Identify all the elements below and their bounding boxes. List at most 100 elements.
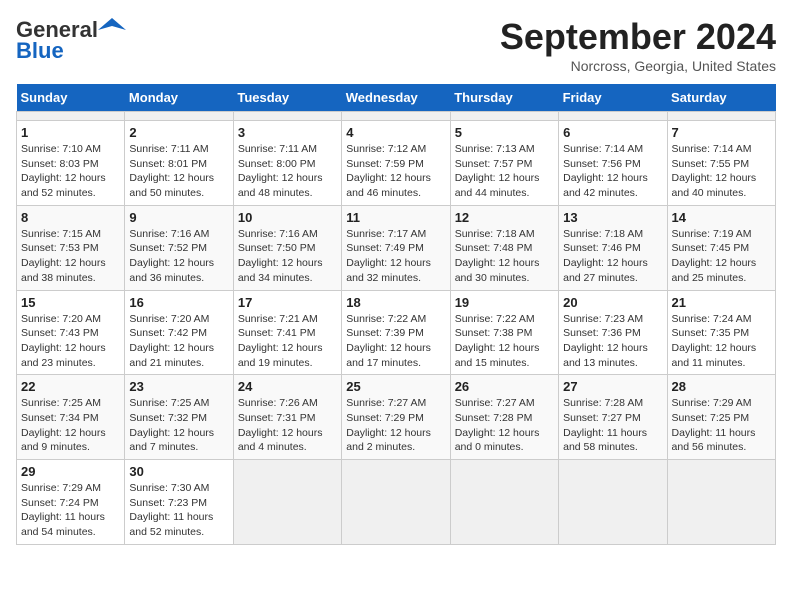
header-monday: Monday (125, 84, 233, 112)
table-row: 3 Sunrise: 7:11 AMSunset: 8:00 PMDayligh… (233, 121, 341, 206)
day-number: 5 (455, 125, 554, 140)
day-number: 25 (346, 379, 445, 394)
day-detail: Sunrise: 7:24 AMSunset: 7:35 PMDaylight:… (672, 313, 757, 369)
table-row: 6 Sunrise: 7:14 AMSunset: 7:56 PMDayligh… (559, 121, 667, 206)
calendar-subtitle: Norcross, Georgia, United States (500, 58, 776, 74)
day-detail: Sunrise: 7:18 AMSunset: 7:48 PMDaylight:… (455, 228, 540, 284)
table-row: 30 Sunrise: 7:30 AMSunset: 7:23 PMDaylig… (125, 460, 233, 545)
day-detail: Sunrise: 7:27 AMSunset: 7:28 PMDaylight:… (455, 397, 540, 453)
calendar-week-row: 8 Sunrise: 7:15 AMSunset: 7:53 PMDayligh… (17, 205, 776, 290)
day-detail: Sunrise: 7:11 AMSunset: 8:00 PMDaylight:… (238, 143, 323, 199)
calendar-header-row: Sunday Monday Tuesday Wednesday Thursday… (17, 84, 776, 112)
day-number: 10 (238, 210, 337, 225)
table-row: 2 Sunrise: 7:11 AMSunset: 8:01 PMDayligh… (125, 121, 233, 206)
header-friday: Friday (559, 84, 667, 112)
table-row: 11 Sunrise: 7:17 AMSunset: 7:49 PMDaylig… (342, 205, 450, 290)
table-row: 9 Sunrise: 7:16 AMSunset: 7:52 PMDayligh… (125, 205, 233, 290)
day-detail: Sunrise: 7:26 AMSunset: 7:31 PMDaylight:… (238, 397, 323, 453)
day-number: 6 (563, 125, 662, 140)
day-detail: Sunrise: 7:19 AMSunset: 7:45 PMDaylight:… (672, 228, 757, 284)
day-number: 27 (563, 379, 662, 394)
day-number: 12 (455, 210, 554, 225)
calendar-week-row: 29 Sunrise: 7:29 AMSunset: 7:24 PMDaylig… (17, 460, 776, 545)
day-detail: Sunrise: 7:11 AMSunset: 8:01 PMDaylight:… (129, 143, 214, 199)
table-row (667, 112, 775, 121)
table-row (559, 460, 667, 545)
day-number: 3 (238, 125, 337, 140)
table-row: 24 Sunrise: 7:26 AMSunset: 7:31 PMDaylig… (233, 375, 341, 460)
calendar-table: Sunday Monday Tuesday Wednesday Thursday… (16, 84, 776, 545)
day-detail: Sunrise: 7:18 AMSunset: 7:46 PMDaylight:… (563, 228, 648, 284)
day-number: 11 (346, 210, 445, 225)
logo-blue: Blue (16, 38, 64, 64)
day-number: 9 (129, 210, 228, 225)
table-row: 15 Sunrise: 7:20 AMSunset: 7:43 PMDaylig… (17, 290, 125, 375)
day-detail: Sunrise: 7:22 AMSunset: 7:38 PMDaylight:… (455, 313, 540, 369)
table-row: 29 Sunrise: 7:29 AMSunset: 7:24 PMDaylig… (17, 460, 125, 545)
day-detail: Sunrise: 7:15 AMSunset: 7:53 PMDaylight:… (21, 228, 106, 284)
day-number: 22 (21, 379, 120, 394)
day-detail: Sunrise: 7:23 AMSunset: 7:36 PMDaylight:… (563, 313, 648, 369)
day-detail: Sunrise: 7:20 AMSunset: 7:42 PMDaylight:… (129, 313, 214, 369)
table-row (125, 112, 233, 121)
table-row (450, 460, 558, 545)
table-row: 5 Sunrise: 7:13 AMSunset: 7:57 PMDayligh… (450, 121, 558, 206)
day-number: 19 (455, 295, 554, 310)
logo: General Blue (16, 16, 126, 64)
day-number: 24 (238, 379, 337, 394)
day-detail: Sunrise: 7:14 AMSunset: 7:55 PMDaylight:… (672, 143, 757, 199)
table-row (559, 112, 667, 121)
day-number: 23 (129, 379, 228, 394)
day-number: 8 (21, 210, 120, 225)
table-row: 22 Sunrise: 7:25 AMSunset: 7:34 PMDaylig… (17, 375, 125, 460)
table-row (233, 460, 341, 545)
table-row: 12 Sunrise: 7:18 AMSunset: 7:48 PMDaylig… (450, 205, 558, 290)
table-row: 14 Sunrise: 7:19 AMSunset: 7:45 PMDaylig… (667, 205, 775, 290)
table-row (667, 460, 775, 545)
day-number: 17 (238, 295, 337, 310)
table-row: 28 Sunrise: 7:29 AMSunset: 7:25 PMDaylig… (667, 375, 775, 460)
table-row: 17 Sunrise: 7:21 AMSunset: 7:41 PMDaylig… (233, 290, 341, 375)
day-number: 16 (129, 295, 228, 310)
day-number: 18 (346, 295, 445, 310)
day-number: 21 (672, 295, 771, 310)
day-detail: Sunrise: 7:14 AMSunset: 7:56 PMDaylight:… (563, 143, 648, 199)
calendar-week-row (17, 112, 776, 121)
table-row (233, 112, 341, 121)
table-row: 16 Sunrise: 7:20 AMSunset: 7:42 PMDaylig… (125, 290, 233, 375)
day-detail: Sunrise: 7:16 AMSunset: 7:50 PMDaylight:… (238, 228, 323, 284)
calendar-week-row: 15 Sunrise: 7:20 AMSunset: 7:43 PMDaylig… (17, 290, 776, 375)
table-row: 13 Sunrise: 7:18 AMSunset: 7:46 PMDaylig… (559, 205, 667, 290)
day-number: 20 (563, 295, 662, 310)
day-number: 14 (672, 210, 771, 225)
day-number: 4 (346, 125, 445, 140)
day-number: 15 (21, 295, 120, 310)
day-detail: Sunrise: 7:21 AMSunset: 7:41 PMDaylight:… (238, 313, 323, 369)
header: General Blue September 2024 Norcross, Ge… (16, 16, 776, 74)
header-sunday: Sunday (17, 84, 125, 112)
table-row: 4 Sunrise: 7:12 AMSunset: 7:59 PMDayligh… (342, 121, 450, 206)
header-tuesday: Tuesday (233, 84, 341, 112)
day-detail: Sunrise: 7:29 AMSunset: 7:25 PMDaylight:… (672, 397, 756, 453)
table-row: 19 Sunrise: 7:22 AMSunset: 7:38 PMDaylig… (450, 290, 558, 375)
logo-bird-icon (98, 16, 126, 44)
table-row (342, 112, 450, 121)
day-detail: Sunrise: 7:17 AMSunset: 7:49 PMDaylight:… (346, 228, 431, 284)
header-wednesday: Wednesday (342, 84, 450, 112)
day-detail: Sunrise: 7:25 AMSunset: 7:32 PMDaylight:… (129, 397, 214, 453)
day-number: 2 (129, 125, 228, 140)
day-detail: Sunrise: 7:30 AMSunset: 7:23 PMDaylight:… (129, 482, 213, 538)
calendar-week-row: 22 Sunrise: 7:25 AMSunset: 7:34 PMDaylig… (17, 375, 776, 460)
day-detail: Sunrise: 7:20 AMSunset: 7:43 PMDaylight:… (21, 313, 106, 369)
day-detail: Sunrise: 7:10 AMSunset: 8:03 PMDaylight:… (21, 143, 106, 199)
day-detail: Sunrise: 7:22 AMSunset: 7:39 PMDaylight:… (346, 313, 431, 369)
header-thursday: Thursday (450, 84, 558, 112)
table-row: 10 Sunrise: 7:16 AMSunset: 7:50 PMDaylig… (233, 205, 341, 290)
day-detail: Sunrise: 7:13 AMSunset: 7:57 PMDaylight:… (455, 143, 540, 199)
day-number: 30 (129, 464, 228, 479)
table-row: 7 Sunrise: 7:14 AMSunset: 7:55 PMDayligh… (667, 121, 775, 206)
table-row: 23 Sunrise: 7:25 AMSunset: 7:32 PMDaylig… (125, 375, 233, 460)
title-area: September 2024 Norcross, Georgia, United… (500, 16, 776, 74)
day-detail: Sunrise: 7:27 AMSunset: 7:29 PMDaylight:… (346, 397, 431, 453)
day-number: 26 (455, 379, 554, 394)
